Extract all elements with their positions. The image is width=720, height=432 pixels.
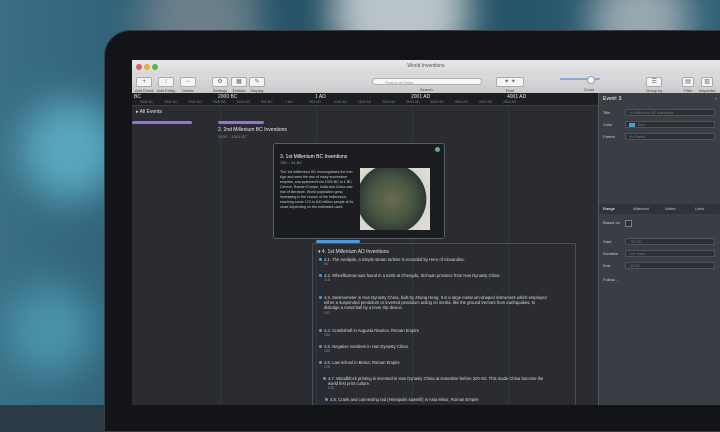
based-on-label: Based on [603, 220, 620, 225]
ruler-minor-label: 2500 BC [164, 100, 178, 104]
ruler-minor-label: 2500 AD [406, 100, 420, 104]
event-title-2[interactable]: 2. 2nd Millenium BC Inventions [218, 127, 287, 133]
bullet-icon [323, 377, 326, 380]
group-title[interactable]: ▾ 4. 1st Millenium AD Inventions [318, 249, 389, 255]
ruler-minor-label: 2000 BC [188, 100, 203, 104]
bullet-icon [319, 258, 322, 261]
ruler-minor-label: 1 AD [285, 100, 293, 104]
display-button[interactable]: ✎ Display [249, 77, 265, 93]
tab-links[interactable]: Links [695, 206, 704, 211]
ruler-minor-label: 3000 BC [140, 100, 154, 104]
ruler-minor-label: 1500 AD [357, 100, 372, 104]
filter-icon: ▤ [682, 77, 694, 87]
list-item[interactable]: 4.2. Wheelbarrow was found in a tomb at … [319, 273, 549, 283]
inspector-tabs: Range Attached Notes Links [599, 204, 720, 214]
settings-button[interactable]: ⚙ Settings [212, 77, 228, 93]
bullet-icon [319, 296, 322, 299]
brush-icon: ✎ [249, 77, 265, 87]
based-on-checkbox[interactable] [625, 220, 632, 227]
search-input[interactable]: Search all fields [372, 78, 482, 85]
tab-range[interactable]: Range [603, 206, 615, 211]
inspector-panel: Event: 3 › Title 1st Millenium BC Invent… [598, 93, 720, 405]
print-button[interactable]: ✦ ✦ Print [496, 77, 524, 93]
inspector-header: Event: 3 [603, 96, 622, 102]
title-field[interactable]: 1st Millenium BC Inventions [625, 109, 715, 116]
zoom-slider-knob[interactable] [587, 76, 595, 84]
title-bar: World Inventions [132, 60, 720, 76]
bullet-icon [319, 274, 322, 277]
tab-notes[interactable]: Notes [665, 206, 675, 211]
trash-icon: − [180, 77, 196, 87]
app-window: World Inventions + Add Event ⁝ Add Entit… [132, 60, 720, 405]
list-item[interactable]: 4.4. Crankshaft in Augusta Raurica, Roma… [319, 328, 549, 338]
toolbar: + Add Event ⁝ Add Entity − Delete ⚙ Sett… [132, 75, 720, 94]
ruler-minor-label: 500 AD [309, 100, 321, 104]
list-item[interactable]: 4.3. Seismometer in Han Dynasty China, b… [319, 295, 549, 316]
inspector-icon: ▥ [701, 77, 714, 87]
gear-icon: ⚙ [212, 77, 228, 87]
ruler-minor-label: 1500 BC [212, 100, 227, 104]
entity-icon: ⁝ [158, 77, 175, 87]
start-field[interactable]: -750 BC [625, 238, 715, 245]
bullet-icon [319, 329, 322, 332]
ruler-minor-label: 500 BC [261, 100, 273, 104]
list-item[interactable]: 4.8. Crank and connecting rod (Hierapoli… [325, 397, 555, 402]
status-dot-icon [435, 147, 440, 152]
chevron-right-icon[interactable]: › [715, 96, 717, 102]
color-swatch [629, 123, 635, 127]
ruler-minor-label: 3500 AD [454, 100, 469, 104]
list-item[interactable]: 4.7. Woodblock printing is invented in H… [323, 376, 553, 392]
list-item[interactable]: 4.5. Negative numbers in Han Dynasty Chi… [319, 344, 549, 354]
filter-button[interactable]: ▤ Filter [682, 77, 694, 93]
delete-button[interactable]: − Delete [180, 77, 196, 93]
ruler-minor-label: 2000 AD [382, 100, 396, 104]
grid-line [220, 106, 221, 405]
event-bar-2[interactable] [218, 121, 264, 124]
event-popover[interactable]: 3. 1st Millenium BC Inventions 750 – 41 … [273, 143, 445, 239]
ruler-minor-label: 1000 BC [236, 100, 251, 104]
popover-date: 750 – 41 BC [280, 160, 303, 165]
bullet-icon [319, 345, 322, 348]
parent-label: Parent [603, 134, 615, 139]
color-label: Color [603, 122, 613, 127]
group-by-button[interactable]: ☰ Group by [646, 77, 662, 93]
zoom-label: Zoom [584, 87, 595, 92]
print-icon: ✦ ✦ [496, 77, 524, 87]
ruler-minor-label: 3000 AD [430, 100, 444, 104]
title-label: Title [603, 110, 611, 115]
add-entity-button[interactable]: ⁝ Add Entity [157, 77, 175, 93]
ruler-minor-label: 4500 AD [503, 100, 517, 104]
plus-icon: + [136, 77, 153, 87]
bullet-icon [319, 361, 322, 364]
entities-icon: ▦ [231, 77, 247, 87]
event-bar-1[interactable] [132, 121, 192, 124]
window-title: World Inventions [407, 63, 445, 69]
follow-link[interactable]: Follow... [603, 277, 618, 282]
event-date-2: 2000 – 1001 BC [218, 134, 247, 139]
group-icon: ☰ [646, 77, 663, 87]
popover-description: The 1st millennium BC encompasses the Ir… [280, 170, 354, 209]
event-image [360, 168, 430, 230]
parent-select[interactable]: No Parent [625, 133, 715, 140]
list-item[interactable]: 4.6. Law school in Beirut, Roman Empire 1… [319, 360, 549, 370]
color-select[interactable]: Red [625, 121, 715, 128]
start-label: Start [603, 239, 612, 244]
entities-button[interactable]: ▦ Entities [231, 77, 247, 93]
all-events-header[interactable]: ▸ All Events [136, 109, 162, 115]
end-label: End [603, 263, 611, 268]
timeline-ruler[interactable]: BC 2000 BC 1 AD 2001 AD 4001 AD 3000 BC 2… [132, 93, 598, 106]
duration-field[interactable]: 710 Years [625, 250, 715, 257]
inspector-button[interactable]: ▥ Inspector [699, 77, 715, 93]
list-item[interactable]: 4.1. The Aeolipile, a simple steam turbi… [319, 257, 549, 267]
search-label: Search [420, 87, 433, 92]
ruler-minor-label: 1000 AD [333, 100, 348, 104]
tab-attached[interactable]: Attached [633, 206, 649, 211]
ruler-minor-label: 4000 AD [478, 100, 493, 104]
bullet-icon [325, 398, 328, 401]
duration-label: Duration [603, 251, 619, 256]
add-event-button[interactable]: + Add Event [135, 77, 153, 93]
end-field[interactable]: -40 BC [625, 262, 715, 269]
